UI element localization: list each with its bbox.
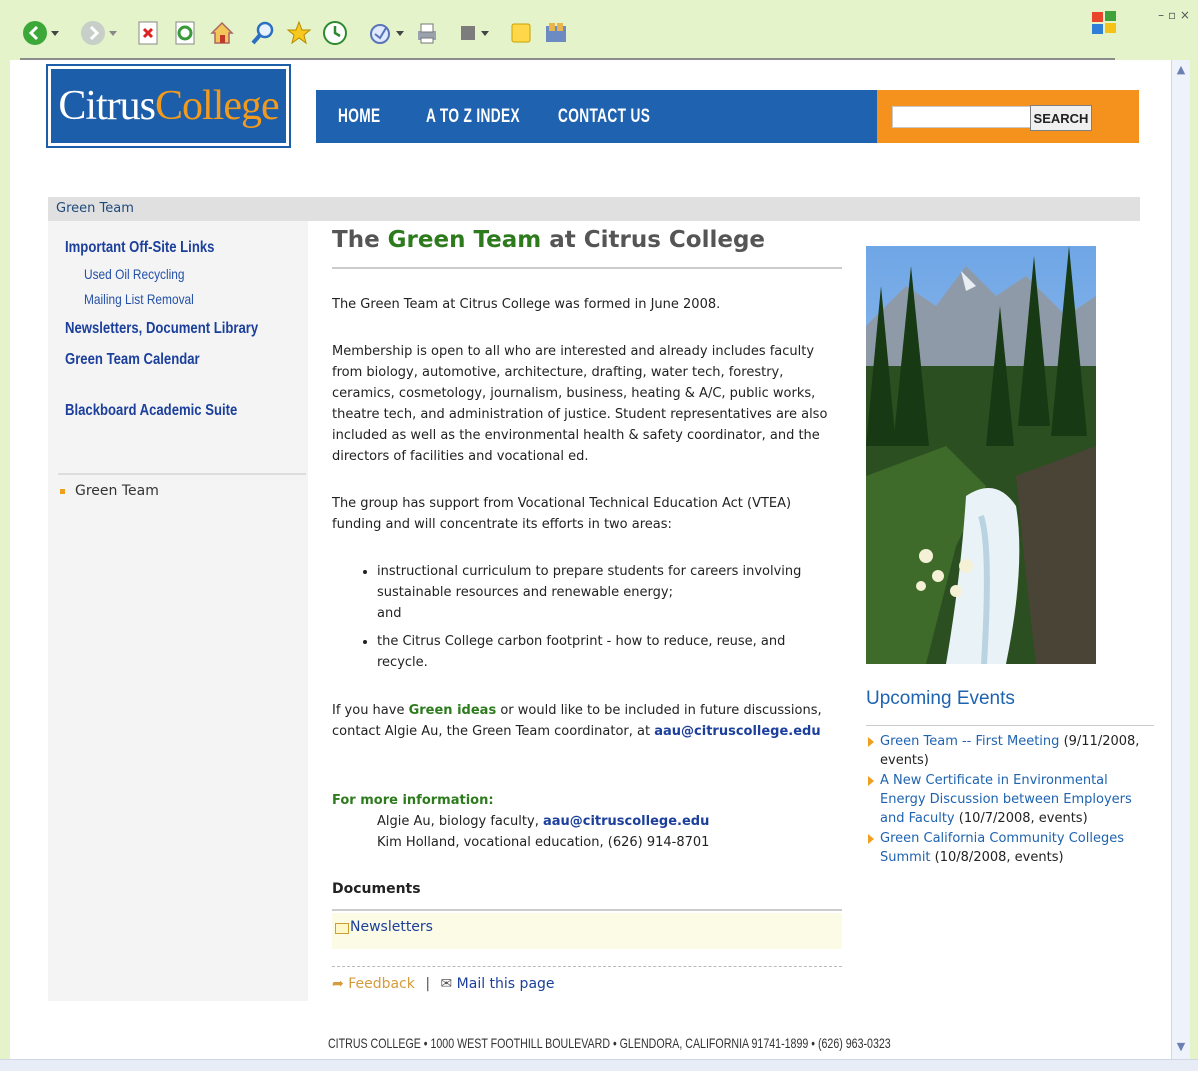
mail-envelope-icon: ✉ (440, 976, 453, 992)
sidebar-link-calendar[interactable]: Green Team Calendar (65, 351, 200, 369)
main-nav: HOME A TO Z INDEX CONTACT US SEARCH (316, 90, 1139, 143)
left-sidebar: Important Off-Site Links Used Oil Recycl… (48, 221, 308, 1001)
mail-icon[interactable] (366, 18, 396, 48)
refresh-icon[interactable] (170, 18, 200, 48)
favorites-icon[interactable] (284, 18, 314, 48)
back-icon[interactable] (20, 18, 50, 48)
sidebar-link-used-oil-recycling[interactable]: Used Oil Recycling (84, 266, 185, 282)
home-icon[interactable] (207, 18, 237, 48)
list-item: Green Team -- First Meeting (9/11/2008, … (866, 732, 1154, 770)
feedback-bar: ➦ Feedback | ✉ Mail this page (332, 976, 555, 992)
contact-paragraph: If you have Green ideas or would like to… (332, 703, 822, 739)
mail-dropdown-icon[interactable] (393, 18, 407, 48)
list-item: A New Certificate in Environmental Energ… (866, 771, 1154, 828)
folder-icon (335, 923, 349, 934)
membership-paragraph: Membership is open to all who are intere… (332, 344, 828, 464)
contact-line-2: Kim Holland, vocational education, (626)… (377, 835, 710, 850)
sidebar-item-green-team[interactable]: Green Team (60, 483, 159, 499)
list-item: Green California Community Colleges Summ… (866, 829, 1154, 867)
forward-icon[interactable] (78, 18, 108, 48)
funding-paragraph: The group has support from Vocational Te… (332, 496, 792, 532)
feedback-link[interactable]: Feedback (348, 976, 415, 992)
mail-this-page-link[interactable]: Mail this page (457, 976, 555, 992)
newsletters-link[interactable]: Newsletters (350, 919, 433, 935)
events-divider (866, 725, 1154, 726)
site-footer: CITRUS COLLEGE • 1000 WEST FOOTHILL BOUL… (328, 1035, 891, 1051)
history-icon[interactable] (320, 18, 350, 48)
email-link[interactable]: aau@citruscollege.edu (654, 724, 820, 739)
notes-icon[interactable] (506, 18, 536, 48)
documents-row: Newsletters (332, 913, 842, 949)
logo-word-citrus: Citrus (58, 83, 156, 129)
documents-heading: Documents (332, 881, 421, 897)
sidebar-divider (58, 473, 306, 475)
events-list: Green Team -- First Meeting (9/11/2008, … (866, 732, 1154, 868)
forward-dropdown-icon[interactable] (106, 18, 120, 48)
green-ideas-text: Green ideas (408, 703, 497, 718)
sidebar-link-offsite-links[interactable]: Important Off-Site Links (65, 239, 214, 257)
horizontal-scrollbar[interactable] (0, 1059, 1198, 1071)
search-input[interactable] (892, 106, 1032, 128)
print-icon[interactable] (412, 18, 442, 48)
window-controls[interactable]: – ▫ × (1158, 8, 1190, 22)
nav-contact-us[interactable]: CONTACT US (558, 90, 650, 143)
upcoming-events-heading: Upcoming Events (866, 688, 1015, 709)
email-link[interactable]: aau@citruscollege.edu (543, 814, 709, 829)
logo-word-college: College (155, 83, 280, 129)
contact-line-1: Algie Au, biology faculty, aau@citruscol… (377, 814, 710, 829)
title-divider (332, 267, 842, 269)
browser-toolbar: – ▫ × (0, 0, 1198, 60)
waterfall-photo (866, 246, 1096, 664)
page-viewport: Citrus College HOME A TO Z INDEX CONTACT … (10, 60, 1172, 1060)
bullet-icon (60, 488, 65, 494)
sidebar-link-mailing-list-removal[interactable]: Mailing List Removal (84, 291, 194, 307)
page-title: The Green Team at Citrus College (332, 227, 766, 253)
scroll-down-icon[interactable]: ▼ (1174, 1040, 1188, 1054)
search-icon[interactable] (248, 18, 278, 48)
feedback-icon: ➦ (332, 976, 344, 992)
stop-icon[interactable] (133, 18, 163, 48)
nav-home[interactable]: HOME (338, 90, 380, 143)
focus-areas-list: instructional curriculum to prepare stud… (332, 561, 837, 680)
list-item: the Citrus College carbon footprint - ho… (377, 631, 837, 673)
search-button[interactable]: SEARCH (1030, 105, 1092, 131)
back-dropdown-icon[interactable] (48, 18, 62, 48)
sidebar-link-blackboard[interactable]: Blackboard Academic Suite (65, 402, 237, 420)
scroll-up-icon[interactable]: ▲ (1174, 63, 1188, 77)
footer-divider (332, 966, 842, 967)
documents-divider (332, 909, 842, 911)
vertical-scrollbar[interactable]: ▲ ▼ (1171, 60, 1190, 1060)
breadcrumb-current[interactable]: Green Team (56, 201, 134, 216)
edit-dropdown-icon[interactable] (478, 18, 492, 48)
search-area: SEARCH (877, 90, 1139, 143)
event-link[interactable]: Green Team -- First Meeting (880, 734, 1059, 749)
sidebar-link-newsletters[interactable]: Newsletters, Document Library (65, 320, 258, 338)
sidebar-item-label: Green Team (75, 483, 159, 499)
site-logo[interactable]: Citrus College (46, 64, 291, 148)
intro-paragraph: The Green Team at Citrus College was for… (332, 297, 721, 312)
windows-logo-icon (1090, 8, 1118, 40)
list-item: instructional curriculum to prepare stud… (377, 561, 837, 624)
nav-a-to-z-index[interactable]: A TO Z INDEX (426, 90, 520, 143)
more-info-block: For more information: Algie Au, biology … (332, 790, 837, 853)
more-info-label: For more information: (332, 793, 494, 808)
breadcrumb: Green Team (48, 197, 1140, 221)
messenger-icon[interactable] (541, 18, 571, 48)
separator: | (425, 976, 431, 992)
